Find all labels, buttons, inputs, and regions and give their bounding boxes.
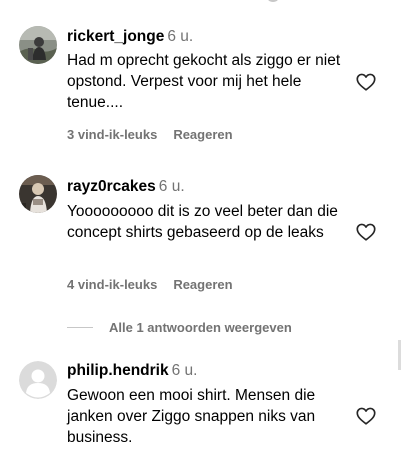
heart-outline-icon[interactable] (355, 405, 377, 427)
comment-text: Had m oprecht gekocht als ziggo er niet … (67, 52, 341, 111)
avatar[interactable] (19, 26, 57, 64)
comment-meta: 4 vind-ik-leuks Reageren (67, 277, 233, 293)
comment-header: rayz0rcakes 6 u. (67, 177, 185, 197)
likes-count[interactable]: 3 vind-ik-leuks (67, 127, 157, 142)
comment-text: Gewoon een mooi shirt. Mensen die janken… (67, 387, 316, 446)
replies-divider-line (67, 326, 93, 328)
comment-text: Yooooooooo dit is zo veel beter dan die … (67, 203, 338, 241)
timestamp[interactable]: 6 u. (167, 28, 193, 45)
reply-button[interactable]: Reageren (173, 277, 232, 292)
comment-header: philip.hendrik 6 u. (67, 361, 197, 381)
timestamp[interactable]: 6 u. (172, 362, 198, 379)
comment-meta: 3 vind-ik-leuks Reageren (67, 127, 233, 143)
timestamp[interactable]: 6 u. (159, 178, 185, 195)
reply-button[interactable]: Reageren (173, 127, 232, 142)
comment-header: rickert_jonge 6 u. (67, 27, 193, 47)
heart-outline-icon[interactable] (355, 71, 377, 93)
previous-item-edge (268, 0, 278, 2)
username[interactable]: rickert_jonge (67, 28, 164, 45)
username[interactable]: rayz0rcakes (67, 178, 156, 195)
view-replies-label: Alle 1 antwoorden weergeven (109, 319, 292, 335)
view-replies-button[interactable]: Alle 1 antwoorden weergeven (67, 318, 292, 336)
default-avatar-icon[interactable] (19, 361, 57, 399)
username[interactable]: philip.hendrik (67, 362, 169, 379)
heart-outline-icon[interactable] (355, 221, 377, 243)
avatar[interactable] (19, 175, 57, 213)
likes-count[interactable]: 4 vind-ik-leuks (67, 277, 157, 292)
